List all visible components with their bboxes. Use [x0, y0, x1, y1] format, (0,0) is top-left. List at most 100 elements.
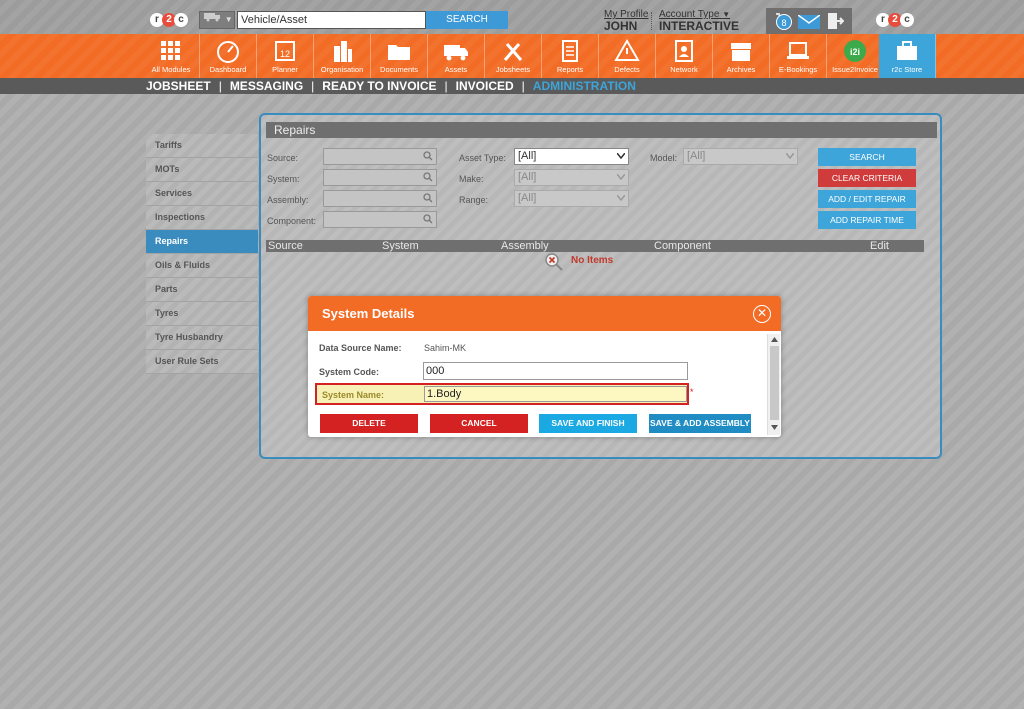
nav-archives[interactable]: Archives	[713, 34, 770, 78]
account-type[interactable]: Account Type ▼ INTERACTIVE	[659, 9, 739, 32]
truck-icon	[444, 45, 468, 61]
column-source[interactable]: Source	[268, 240, 303, 252]
side-item-tyres[interactable]: Tyres	[146, 302, 258, 326]
notification-badge[interactable]: 8	[776, 14, 792, 30]
my-profile[interactable]: My Profile JOHN	[604, 9, 648, 32]
search-icon[interactable]	[423, 172, 433, 182]
building-icon	[334, 41, 352, 62]
nav-assets[interactable]: Assets	[428, 34, 485, 78]
system-label: System:	[267, 174, 300, 184]
clipboard-icon	[562, 40, 578, 62]
range-value: [All]	[518, 192, 537, 204]
system-name-input[interactable]	[424, 386, 687, 402]
nav-jobsheets[interactable]: Jobsheets	[485, 34, 542, 78]
source-label: Source:	[267, 153, 299, 163]
nav-defects[interactable]: Defects	[599, 34, 656, 78]
nav-ebookings[interactable]: E-Bookings	[770, 34, 827, 78]
nav-all-modules[interactable]: All Modules	[143, 34, 200, 78]
subnav-administration[interactable]: ADMINISTRATION	[533, 79, 636, 93]
nav-label: Dashboard	[209, 65, 247, 74]
asset-type-select[interactable]: [All]	[514, 148, 629, 165]
search-icon[interactable]	[423, 193, 433, 203]
mail-icon[interactable]	[798, 15, 820, 29]
asset-type-value: [All]	[518, 150, 537, 162]
save-add-assembly-button[interactable]: SAVE & ADD ASSEMBLY	[649, 414, 751, 433]
nav-network[interactable]: Network	[656, 34, 713, 78]
nav-issue2invoice[interactable]: i2i Issue2Invoice	[827, 34, 884, 78]
nav-label: Archives	[726, 65, 756, 74]
nav-documents[interactable]: Documents	[371, 34, 428, 78]
delete-button[interactable]: DELETE	[320, 414, 418, 433]
tools-icon	[503, 43, 523, 61]
cancel-button[interactable]: CANCEL	[430, 414, 528, 433]
add-edit-repair-button[interactable]: ADD / EDIT REPAIR	[818, 190, 916, 208]
side-item-repairs[interactable]: Repairs	[146, 230, 258, 254]
logout-icon[interactable]	[826, 12, 844, 30]
side-item-oils-fluids[interactable]: Oils & Fluids	[146, 254, 258, 278]
scroll-up-icon[interactable]	[771, 336, 778, 342]
nav-r2c-store[interactable]: r2c Store	[879, 34, 936, 78]
nav-label: Organisation	[320, 65, 364, 74]
subnav-ready-to-invoice[interactable]: READY TO INVOICE	[322, 79, 436, 93]
system-input[interactable]	[323, 169, 437, 186]
search-icon[interactable]	[423, 214, 433, 224]
side-item-services[interactable]: Services	[146, 182, 258, 206]
scroll-down-icon[interactable]	[771, 425, 778, 431]
search-icon[interactable]	[423, 151, 433, 161]
subnav-jobsheet[interactable]: JOBSHEET	[146, 79, 211, 93]
side-item-parts[interactable]: Parts	[146, 278, 258, 302]
top-bar: r2c ▼ SEARCH My Profile JOHN Account Typ…	[0, 0, 1024, 34]
module-nav: All Modules Dashboard 12 Planner Organis…	[0, 34, 1024, 78]
side-item-tyre-husbandry[interactable]: Tyre Husbandry	[146, 326, 258, 350]
assembly-input[interactable]	[323, 190, 437, 207]
add-repair-time-button[interactable]: ADD REPAIR TIME	[818, 211, 916, 229]
search-button[interactable]: SEARCH	[818, 148, 916, 166]
nav-dashboard[interactable]: Dashboard	[200, 34, 257, 78]
component-label: Component:	[267, 216, 317, 226]
nav-label: Assets	[444, 65, 468, 74]
side-item-user-rule-sets[interactable]: User Rule Sets	[146, 350, 258, 374]
make-select[interactable]: [All]	[514, 169, 629, 186]
scroll-thumb[interactable]	[770, 346, 779, 420]
column-component[interactable]: Component	[654, 240, 711, 252]
system-name-label: System Name:	[322, 390, 385, 400]
subnav-messaging[interactable]: MESSAGING	[230, 79, 303, 93]
close-icon[interactable]: ✕	[753, 305, 771, 323]
calendar-day: 12	[280, 49, 290, 59]
top-search-button[interactable]: SEARCH	[426, 11, 508, 29]
vehicle-asset-input[interactable]	[237, 11, 426, 29]
system-name-row: System Name:	[315, 383, 689, 405]
side-item-tariffs[interactable]: Tariffs	[146, 134, 258, 158]
nav-planner[interactable]: 12 Planner	[257, 34, 314, 78]
nav-label: Reports	[556, 65, 584, 74]
nav-organisation[interactable]: Organisation	[314, 34, 371, 78]
chevron-down-icon	[617, 195, 625, 201]
i2i-badge: i2i	[850, 47, 860, 57]
user-name: JOHN	[604, 19, 638, 33]
chevron-down-icon	[786, 153, 794, 159]
save-and-finish-button[interactable]: SAVE AND FINISH	[539, 414, 637, 433]
model-select[interactable]: [All]	[683, 148, 798, 165]
system-code-input[interactable]	[423, 362, 688, 380]
modal-header: System Details ✕	[308, 296, 781, 331]
nav-label: Network	[670, 65, 698, 74]
results-table-header: Source System Assembly Component Edit	[266, 240, 924, 252]
folder-icon	[388, 45, 410, 60]
clear-criteria-button[interactable]: CLEAR CRITERIA	[818, 169, 916, 187]
subnav-invoiced[interactable]: INVOICED	[456, 79, 514, 93]
component-input[interactable]	[323, 211, 437, 228]
column-assembly[interactable]: Assembly	[501, 240, 549, 252]
column-system[interactable]: System	[382, 240, 419, 252]
side-item-mots[interactable]: MOTs	[146, 158, 258, 182]
calendar-icon: 12	[275, 41, 295, 61]
range-select[interactable]: [All]	[514, 190, 629, 207]
side-item-inspections[interactable]: Inspections	[146, 206, 258, 230]
asset-type-dropdown[interactable]: ▼	[199, 11, 235, 29]
archive-icon	[731, 43, 751, 61]
source-input[interactable]	[323, 148, 437, 165]
nav-label: Jobsheets	[495, 65, 531, 74]
modal-scrollbar[interactable]	[767, 334, 780, 435]
nav-reports[interactable]: Reports	[542, 34, 599, 78]
nav-label: r2c Store	[891, 65, 923, 74]
no-items-text: No Items	[571, 255, 614, 266]
